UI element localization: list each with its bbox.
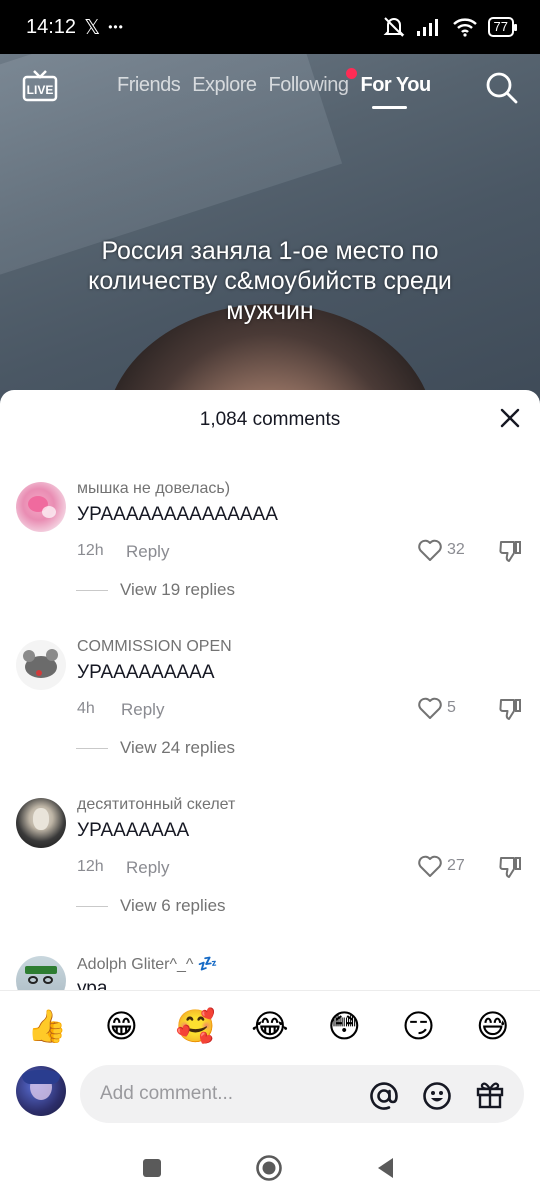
emoji-sweat-smile[interactable]: 😅 [471,1007,515,1045]
emoji-joy[interactable]: 😂 [248,1007,292,1045]
comment-username[interactable]: Adolph Gliter^_^ 💤 [77,954,218,974]
comment-text: УРАААААААААААААА [77,504,278,525]
emoji-smirk[interactable]: 😏 [397,1007,441,1045]
system-nav-bar [0,1135,540,1200]
avatar[interactable] [16,956,66,990]
reply-button[interactable]: Reply [126,858,169,878]
tab-following[interactable]: Following [268,68,357,97]
avatar[interactable] [16,640,66,690]
tab-following-label: Following [268,74,349,96]
dislike-icon[interactable] [497,854,523,880]
replies-divider [76,747,108,749]
comment-text: УРААААААА [77,820,190,841]
comment-input[interactable] [80,1065,524,1123]
comment-item: Adolph Gliter^_^ 💤 ура [0,940,540,990]
like-count: 32 [447,541,465,558]
avatar[interactable] [16,798,66,848]
view-replies-label: View 6 replies [120,896,226,915]
tab-for-you[interactable]: For You [361,74,432,97]
view-replies-label: View 24 replies [120,738,235,757]
battery-indicator: 77 [487,17,518,37]
back-icon[interactable] [375,1156,395,1180]
reply-button[interactable]: Reply [121,700,164,720]
x-app-icon: 𝕏 [84,16,101,39]
replies-divider [76,905,108,907]
like-count: 5 [447,699,456,716]
heart-icon[interactable] [417,696,443,720]
live-icon[interactable]: LIVE [22,70,58,102]
tab-friends[interactable]: Friends [117,74,181,97]
view-replies-label: View 19 replies [120,580,235,599]
comments-sheet: 1,084 comments мышка не довелась) УРАААА… [0,390,540,1200]
quick-emoji-row: 👍 😁 🥰 😂 😳 😏 😅 [0,990,540,1060]
comments-header: 1,084 comments [0,390,540,450]
comments-list[interactable]: мышка не довелась) УРАААААААААААААА 12h … [0,466,540,990]
wifi-icon [452,18,477,37]
emoji-thumbs-up[interactable]: 👍 [25,1007,69,1045]
comment-time: 4h [77,700,95,717]
replies-divider [76,589,108,591]
view-replies-button[interactable]: View 6 replies [76,896,226,916]
home-icon[interactable] [255,1154,283,1182]
comment-text: УРААААААААА [77,662,215,683]
emoji-flushed[interactable]: 😳 [322,1007,366,1045]
emoji-hearts-face[interactable]: 🥰 [174,1007,218,1045]
video-caption: Россия заняла 1-ое место по количеству с… [88,237,452,325]
live-label: LIVE [27,83,54,97]
tab-explore[interactable]: Explore [192,74,257,97]
mute-alarm-icon [383,17,404,37]
avatar[interactable] [16,482,66,532]
active-tab-underline [372,106,407,109]
search-icon[interactable] [485,71,519,105]
dislike-icon[interactable] [497,696,523,722]
status-time: 14:12 [26,15,77,38]
emoji-grin[interactable]: 😁 [99,1007,143,1045]
heart-icon[interactable] [417,854,443,878]
view-replies-button[interactable]: View 19 replies [76,580,235,600]
dislike-icon[interactable] [497,538,523,564]
comment-time: 12h [77,858,104,875]
my-avatar[interactable] [16,1066,66,1116]
signal-icon [416,19,438,36]
view-replies-button[interactable]: View 24 replies [76,738,235,758]
feed-tabs: Friends Explore Following For You [117,68,432,97]
comment-username[interactable]: десятитонный скелет [77,796,235,814]
comment-username[interactable]: COMMISSION OPEN [77,638,232,656]
comment-text: ура [77,978,108,990]
heart-icon[interactable] [417,538,443,562]
comment-item: COMMISSION OPEN УРААААААААА 4h Reply 5 V… [0,624,540,782]
gift-icon[interactable] [475,1079,505,1109]
comment-input-row [0,1062,540,1134]
recent-apps-icon[interactable] [143,1159,161,1177]
close-icon[interactable] [498,406,522,430]
comment-item: мышка не довелась) УРАААААААААААААА 12h … [0,466,540,624]
reply-button[interactable]: Reply [126,542,169,562]
comment-time: 12h [77,542,104,559]
comment-username[interactable]: мышка не довелась) [77,480,230,498]
mention-icon[interactable] [369,1081,399,1111]
status-bar: 14:12 𝕏 ••• 77 [0,0,540,54]
comment-item: десятитонный скелет УРААААААА 12h Reply … [0,782,540,940]
new-content-dot [345,68,357,79]
comments-count-title: 1,084 comments [199,409,341,430]
more-notifications-icon: ••• [108,20,124,34]
like-count: 27 [447,857,465,874]
top-nav: LIVE Friends Explore Following For You [0,54,540,124]
emoji-picker-icon[interactable] [422,1081,452,1111]
